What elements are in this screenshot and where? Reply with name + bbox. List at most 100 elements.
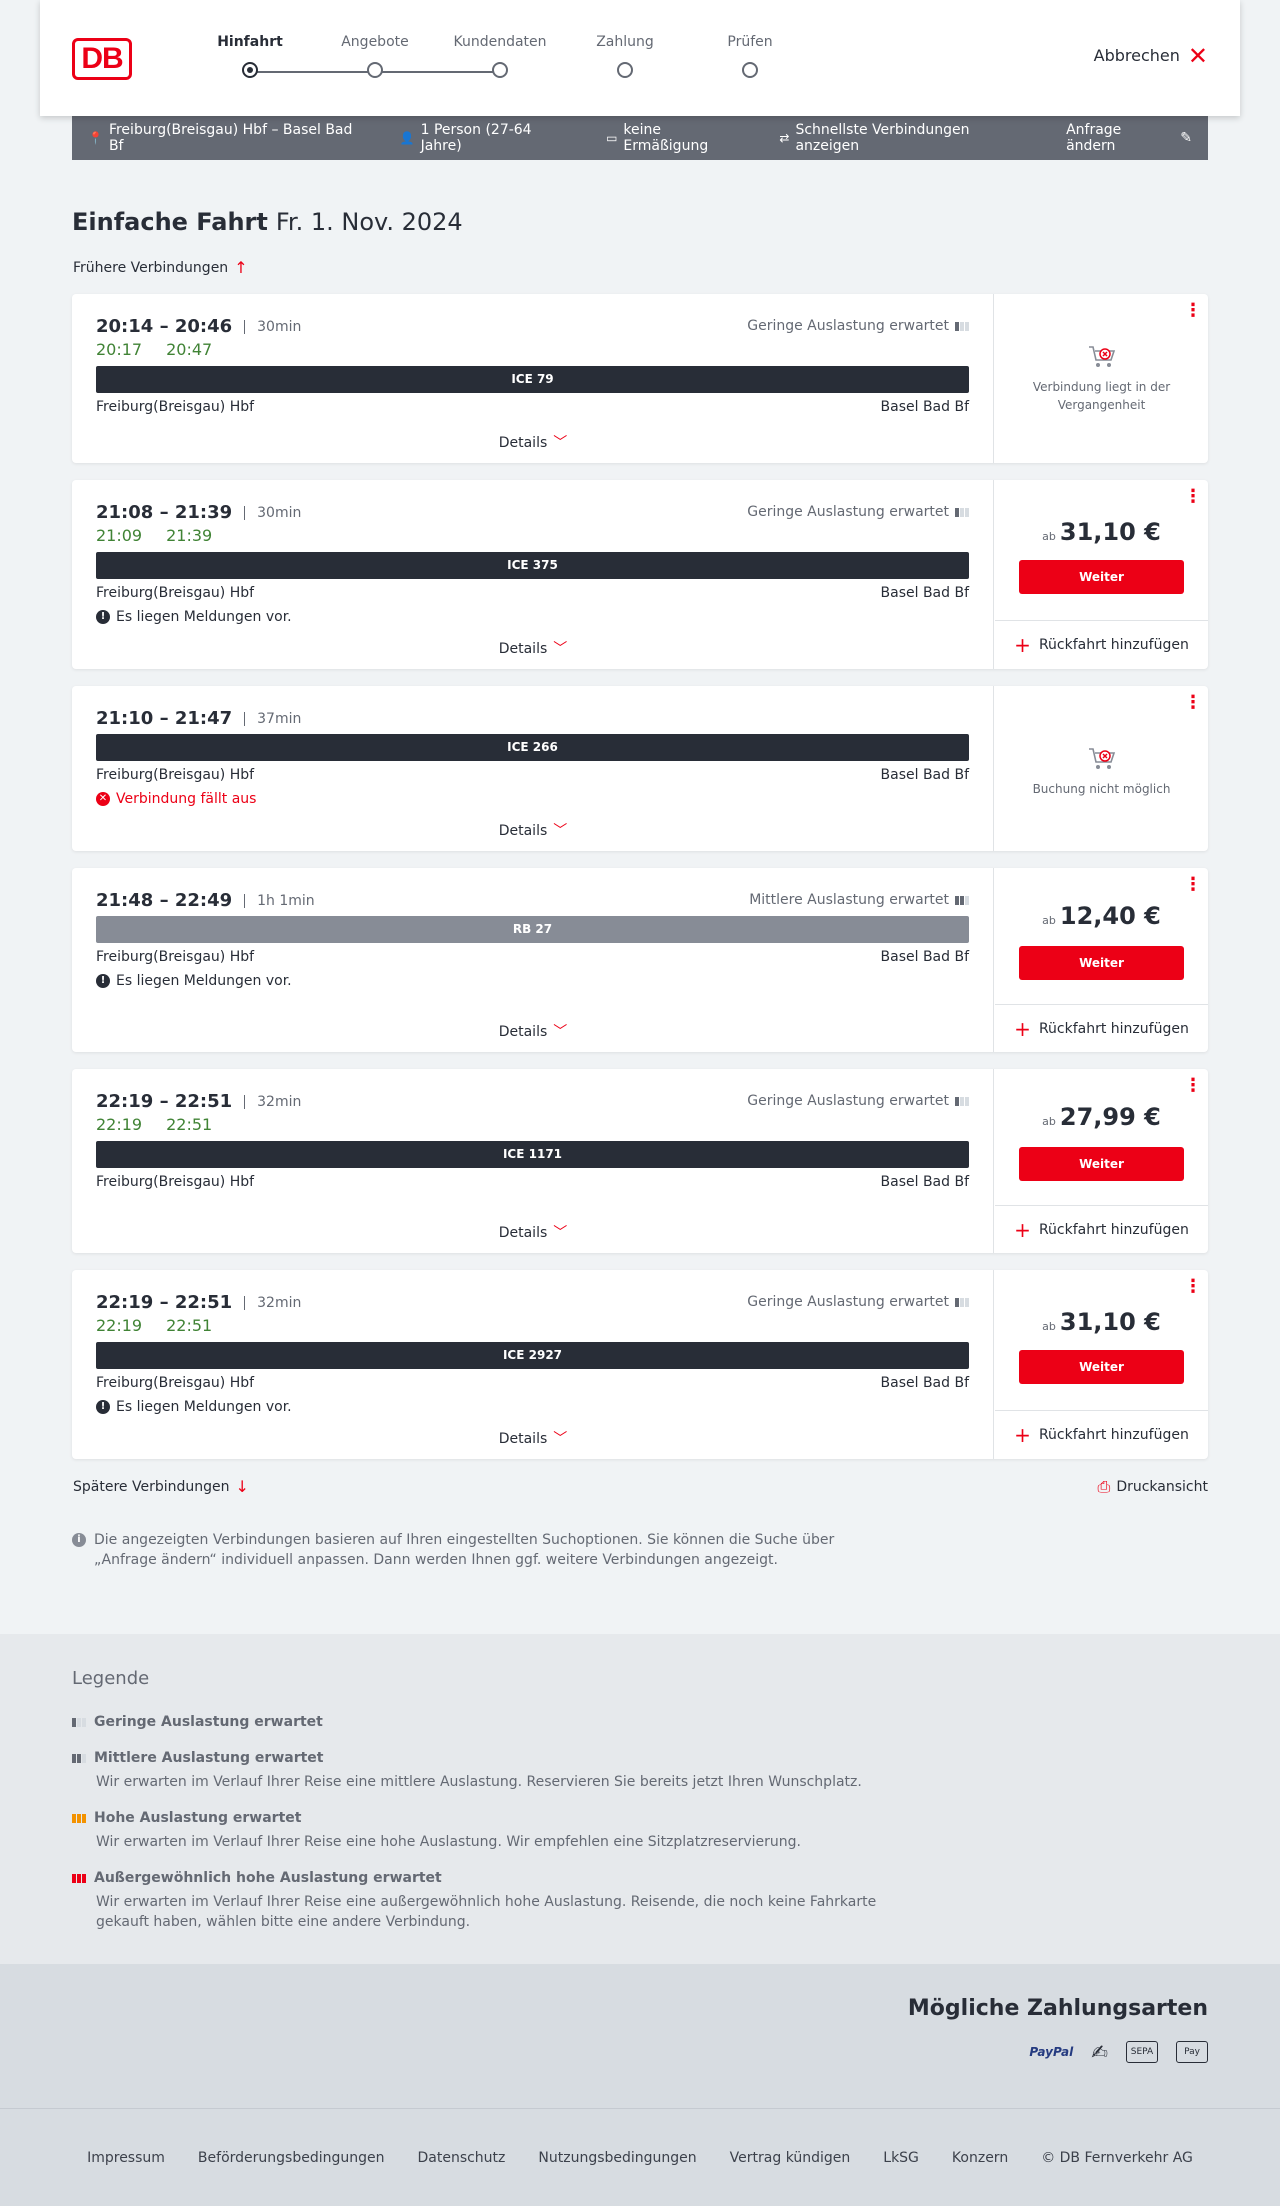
booking-unavailable-status: Buchung nicht möglich <box>995 746 1208 798</box>
origin-station: Freiburg(Breisgau) Hbf <box>96 1375 255 1391</box>
footer-link-datenschutz[interactable]: Datenschutz <box>417 2150 505 2166</box>
chevron-down-icon: ﹀ <box>553 641 568 657</box>
alert-icon: ! <box>96 1400 110 1414</box>
plus-icon: + <box>1014 632 1031 657</box>
origin-station: Freiburg(Breisgau) Hbf <box>96 1174 255 1190</box>
payment-methods-section: Mögliche Zahlungsarten PayPal ✍ SEPA Pay <box>0 1964 1280 2108</box>
origin-station: Freiburg(Breisgau) Hbf <box>96 399 255 415</box>
details-toggle[interactable]: Details ﹀ <box>72 1021 994 1041</box>
train-bar[interactable]: ICE 266 <box>96 734 969 761</box>
chevron-down-icon: ﹀ <box>553 1024 568 1040</box>
chevron-down-icon: ﹀ <box>553 823 568 839</box>
load-indicator: Geringe Auslastung erwartet <box>747 318 969 334</box>
db-logo[interactable]: DB <box>72 38 132 80</box>
cancelled-notice[interactable]: ✕ Verbindung fällt aus <box>96 791 256 807</box>
connection-times: 21:08 – 21:39 30min <box>96 502 302 523</box>
more-options-icon[interactable]: ⋮ <box>1184 876 1202 894</box>
train-bar[interactable]: ICE 79 <box>96 366 969 393</box>
add-return-button[interactable]: + Rückfahrt hinzufügen <box>995 1004 1208 1052</box>
alert-icon: ! <box>96 974 110 988</box>
footer-link-kuendigen[interactable]: Vertrag kündigen <box>730 2150 851 2166</box>
legend-item-extreme: Außergewöhnlich hohe Auslastung erwartet… <box>72 1870 892 1932</box>
load-high-icon <box>72 1813 86 1823</box>
train-bar[interactable]: ICE 2927 <box>96 1342 969 1369</box>
pencil-icon: ✎ <box>1180 130 1193 146</box>
footer-link-lksg[interactable]: LkSG <box>883 2150 919 2166</box>
load-low-icon <box>72 1717 86 1727</box>
load-low-icon <box>955 1297 969 1307</box>
later-connections-link[interactable]: Spätere Verbindungen ↓ <box>73 1477 249 1496</box>
load-medium-icon <box>72 1753 86 1763</box>
destination-station: Basel Bad Bf <box>880 585 969 601</box>
legend-title: Legende <box>72 1668 150 1689</box>
chevron-down-icon: ﹀ <box>553 1225 568 1241</box>
footer-link-konzern[interactable]: Konzern <box>952 2150 1008 2166</box>
connection-card: 21:48 – 22:49 1h 1min Mittlere Auslastung… <box>72 868 1208 1052</box>
train-bar[interactable]: ICE 375 <box>96 552 969 579</box>
discount-text: keine Ermäßigung <box>623 122 709 154</box>
close-icon: ✕ <box>1187 41 1208 70</box>
load-low-icon <box>955 1096 969 1106</box>
continue-button[interactable]: Weiter <box>1019 560 1184 594</box>
more-options-icon[interactable]: ⋮ <box>1184 488 1202 506</box>
details-toggle[interactable]: Details ﹀ <box>72 1222 994 1242</box>
footer-link-befoerderung[interactable]: Beförderungsbedingungen <box>198 2150 385 2166</box>
connection-times: 21:10 – 21:47 37min <box>96 708 302 729</box>
page-title: Einfache Fahrt Fr. 1. Nov. 2024 <box>72 208 463 236</box>
paypal-icon: PayPal <box>1029 2045 1074 2059</box>
details-toggle[interactable]: Details ﹀ <box>72 1428 994 1448</box>
arrow-up-icon: ↑ <box>234 258 248 277</box>
legend-item-medium: Mittlere Auslastung erwartet Wir erwarte… <box>72 1750 892 1792</box>
origin-station: Freiburg(Breisgau) Hbf <box>96 949 255 965</box>
details-toggle[interactable]: Details ﹀ <box>72 432 994 452</box>
person-icon: 👤 <box>399 131 415 145</box>
search-summary-bar: 📍 Freiburg(Breisgau) Hbf – Basel Bad Bf 👤… <box>72 116 1208 160</box>
connection-times: 20:14 – 20:46 30min <box>96 316 302 337</box>
connection-card: 21:08 – 21:39 30min 21:09 21:39 Geringe Au… <box>72 480 1208 669</box>
cart-unavailable-icon <box>1088 346 1115 367</box>
add-return-button[interactable]: + Rückfahrt hinzufügen <box>995 1205 1208 1253</box>
payment-title: Mögliche Zahlungsarten <box>907 1996 1208 2021</box>
train-bar[interactable]: ICE 1171 <box>96 1141 969 1168</box>
more-options-icon[interactable]: ⋮ <box>1184 1278 1202 1296</box>
location-pin-icon: 📍 <box>88 131 103 145</box>
destination-station: Basel Bad Bf <box>880 399 969 415</box>
header: DB Hinfahrt Angebote Kundendaten Zahlung… <box>40 0 1240 116</box>
apple-pay-icon: Pay <box>1176 2041 1208 2063</box>
continue-button[interactable]: Weiter <box>1019 1147 1184 1181</box>
connection-card: 22:19 – 22:51 32min 22:19 22:51 Geringe Au… <box>72 1270 1208 1459</box>
details-toggle[interactable]: Details ﹀ <box>72 820 994 840</box>
route-text: Freiburg(Breisgau) Hbf – Basel Bad Bf <box>108 122 353 154</box>
price: ab 31,10 € <box>1042 518 1161 546</box>
realtime-times: 22:19 22:51 <box>96 1316 213 1335</box>
print-view-link[interactable]: ⎙ Druckansicht <box>1098 1477 1208 1497</box>
destination-station: Basel Bad Bf <box>880 1174 969 1190</box>
continue-button[interactable]: Weiter <box>1019 946 1184 980</box>
change-request-button[interactable]: Anfrage ändern ✎ <box>1066 122 1192 154</box>
cancel-button[interactable]: Abbrechen ✕ <box>1094 41 1208 70</box>
message-notice[interactable]: ! Es liegen Meldungen vor. <box>96 1399 292 1415</box>
realtime-times: 20:17 20:47 <box>96 340 213 359</box>
alert-icon: ! <box>96 610 110 624</box>
train-bar[interactable]: RB 27 <box>96 916 969 943</box>
load-extreme-icon <box>72 1873 86 1883</box>
footer-link-impressum[interactable]: Impressum <box>87 2150 165 2166</box>
continue-button[interactable]: Weiter <box>1019 1350 1184 1384</box>
progress-steps: Hinfahrt Angebote Kundendaten Zahlung Pr… <box>170 34 773 84</box>
footer-link-nutzung[interactable]: Nutzungsbedingungen <box>538 2150 696 2166</box>
add-return-button[interactable]: + Rückfahrt hinzufügen <box>995 620 1208 668</box>
plus-icon: + <box>1014 1422 1031 1447</box>
more-options-icon[interactable]: ⋮ <box>1184 302 1202 320</box>
fastest-text: Schnellste Verbindungen anzeigen <box>795 122 970 154</box>
plus-icon: + <box>1014 1016 1031 1041</box>
message-notice[interactable]: ! Es liegen Meldungen vor. <box>96 609 292 625</box>
details-toggle[interactable]: Details ﹀ <box>72 638 994 658</box>
origin-station: Freiburg(Breisgau) Hbf <box>96 767 255 783</box>
more-options-icon[interactable]: ⋮ <box>1184 694 1202 712</box>
add-return-button[interactable]: + Rückfahrt hinzufügen <box>995 1410 1208 1458</box>
connection-card: 22:19 – 22:51 32min 22:19 22:51 Geringe Au… <box>72 1069 1208 1253</box>
message-notice[interactable]: ! Es liegen Meldungen vor. <box>96 973 292 989</box>
earlier-connections-link[interactable]: Frühere Verbindungen ↑ <box>73 258 248 277</box>
more-options-icon[interactable]: ⋮ <box>1184 1077 1202 1095</box>
legend-item-low: Geringe Auslastung erwartet <box>72 1714 892 1730</box>
